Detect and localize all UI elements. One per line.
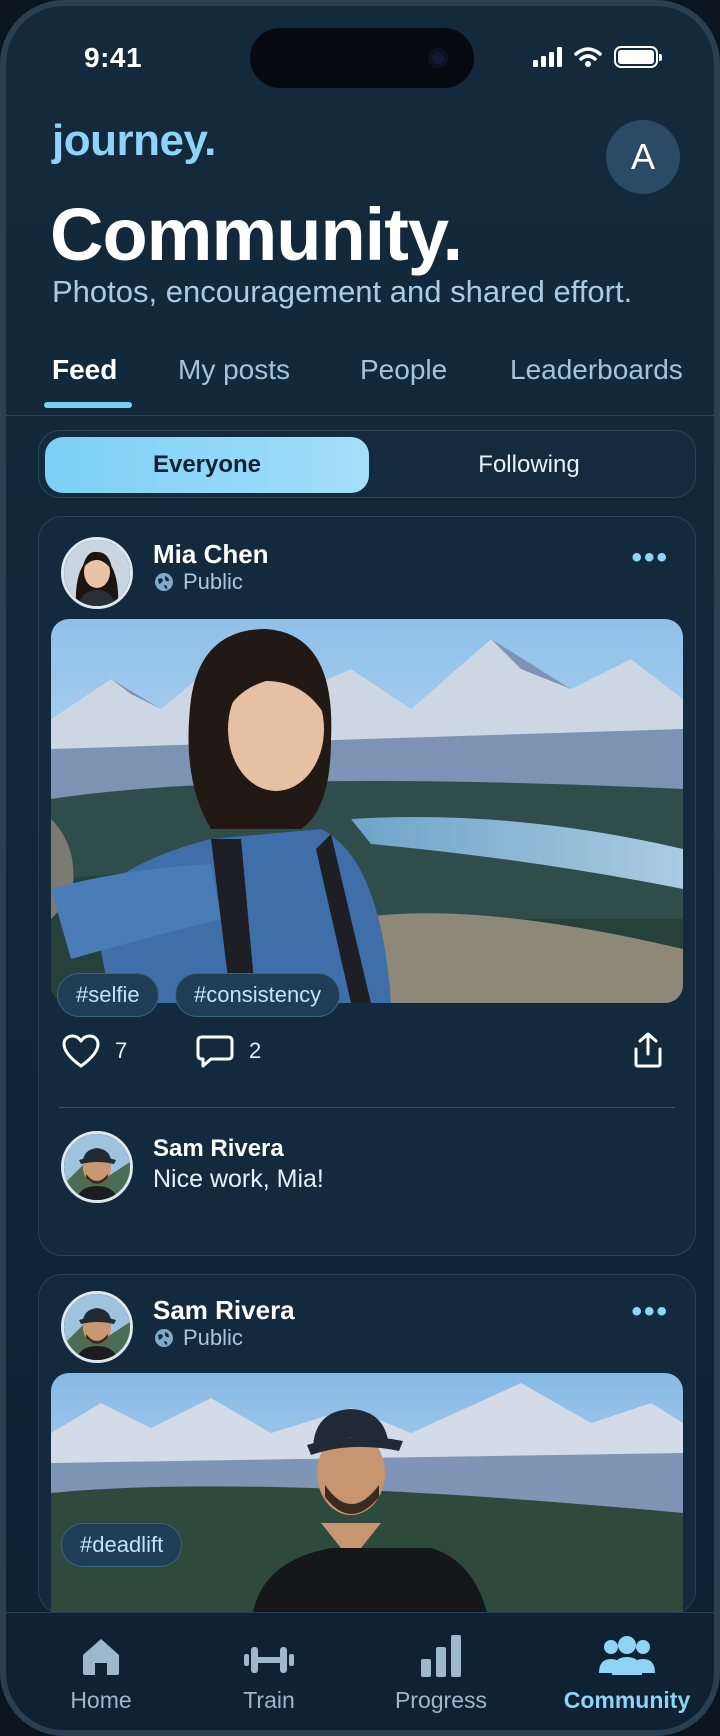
globe-icon [155,573,173,591]
avatar[interactable] [61,1131,133,1203]
brand-logo: journey. [52,116,216,165]
more-options-button[interactable]: ••• [631,541,669,575]
share-icon [634,1032,662,1068]
nav-home[interactable]: Home [26,1631,176,1714]
nav-train[interactable]: Train [194,1631,344,1714]
status-time: 9:41 [84,42,143,73]
tab-my-posts[interactable]: My posts [178,354,290,386]
page-subtitle: Photos, encouragement and shared effort. [52,274,633,309]
post-visibility: Public [153,1325,243,1351]
hashtag-chip[interactable]: #selfie [57,973,159,1017]
people-icon [599,1636,655,1675]
visibility-label: Public [183,569,243,594]
post-photo[interactable] [51,619,683,1003]
avatar[interactable] [61,1291,133,1363]
post-card: Sam Rivera Public ••• #deadlift [38,1274,696,1614]
signal-icon [533,47,562,67]
phone-screen: 9:41 journey. A Community. Photos, encou… [0,0,720,1736]
hashtag-chip[interactable]: #consistency [175,973,341,1017]
nav-progress[interactable]: Progress [366,1631,516,1714]
divider [59,1107,675,1108]
globe-icon [155,1329,173,1347]
dynamic-island [250,28,474,88]
active-tab-indicator [44,402,132,408]
status-icons [533,46,662,68]
nav-home-label: Home [70,1687,132,1713]
more-options-button[interactable]: ••• [631,1295,669,1329]
like-button[interactable]: 7 [61,1033,127,1069]
post-photo[interactable] [51,1373,683,1613]
tab-feed[interactable]: Feed [52,354,117,386]
bar-chart-icon [421,1635,461,1677]
tab-leaderboards[interactable]: Leaderboards [510,354,683,386]
post-author-name[interactable]: Mia Chen [153,539,269,570]
wifi-icon [574,47,602,67]
tab-people[interactable]: People [360,354,447,386]
avatar[interactable] [61,537,133,609]
post-visibility: Public [153,569,243,595]
comment-button[interactable]: 2 [195,1033,261,1069]
hashtag-chip[interactable]: #deadlift [61,1523,183,1567]
battery-icon [614,46,662,68]
comment-count: 2 [249,1038,262,1063]
share-button[interactable] [631,1031,665,1069]
feed-filter-toggle: Everyone Following [38,430,696,498]
filter-following[interactable]: Following [367,437,691,493]
filter-everyone[interactable]: Everyone [45,437,369,493]
heart-icon [62,1034,100,1068]
visibility-label: Public [183,1325,243,1350]
nav-community-label: Community [563,1687,691,1713]
nav-community[interactable]: Community [552,1631,702,1714]
bottom-nav: Home Train Progress Community [6,1612,714,1730]
tab-bar: Feed My posts People Leaderboards [6,346,714,416]
home-icon [83,1639,119,1675]
comment-text: Nice work, Mia! [153,1165,324,1193]
nav-train-label: Train [243,1687,295,1713]
dumbbell-icon [244,1647,294,1673]
nav-progress-label: Progress [394,1687,488,1713]
like-count: 7 [115,1038,128,1063]
comment-icon [196,1035,234,1068]
status-bar: 9:41 [6,6,714,106]
post-card: Mia Chen Public ••• #selfie #consistency… [38,516,696,1256]
comment-author[interactable]: Sam Rivera [153,1135,284,1163]
page-title: Community. [50,193,463,276]
profile-avatar-button[interactable]: A [606,120,680,194]
post-author-name[interactable]: Sam Rivera [153,1295,295,1326]
camera-icon [428,48,448,68]
